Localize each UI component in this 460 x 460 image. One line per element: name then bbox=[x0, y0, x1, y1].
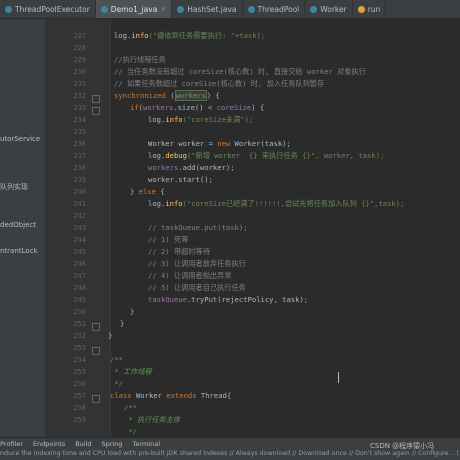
code-line: taskQueue.tryPut(rejectPolicy, task); bbox=[148, 295, 309, 304]
line-number: 228 bbox=[73, 44, 86, 52]
fold-marker-icon[interactable] bbox=[92, 347, 100, 355]
line-number: 249 bbox=[73, 296, 86, 304]
code-comment: // 当任务数没有超过 coreSize(核心数) 时, 直接交给 worker… bbox=[114, 67, 366, 76]
line-number: 239 bbox=[73, 176, 86, 184]
tab-demo1[interactable]: Demo1_java × bbox=[95, 0, 173, 18]
tool-build[interactable]: Build bbox=[75, 440, 91, 448]
class-icon bbox=[100, 5, 108, 13]
code-line: } else { bbox=[130, 187, 165, 196]
line-number: 258 bbox=[73, 404, 86, 412]
code-line: log.debug("新增 worker {} 来执行任务 {}", worke… bbox=[148, 151, 385, 160]
line-number: 245 bbox=[73, 248, 86, 256]
code-comment: // 3) 让调用者放弃任务执行 bbox=[148, 259, 246, 268]
line-number: 259 bbox=[73, 416, 86, 424]
fold-marker-icon[interactable] bbox=[92, 95, 100, 103]
line-number: 256 bbox=[73, 380, 86, 388]
line-number: 243 bbox=[73, 224, 86, 232]
tool-profiler[interactable]: Profiler bbox=[0, 440, 23, 448]
code-line: synchronized (workers) { bbox=[114, 90, 220, 101]
line-number: 232 bbox=[73, 92, 86, 100]
code-line: } bbox=[120, 319, 125, 328]
code-line: if(workers.size() < coreSize) { bbox=[130, 103, 265, 112]
code-comment: // 5) 让调用者自己执行任务 bbox=[148, 283, 246, 292]
editor-tab-bar: ThreadPoolExecutor Demo1_java × HashSet.j… bbox=[0, 0, 460, 19]
code-comment: // 2) 带超时等待 bbox=[148, 247, 210, 256]
tab-threadpool[interactable]: ThreadPool bbox=[243, 0, 306, 18]
line-number: 241 bbox=[73, 200, 86, 208]
watermark: CSDN @程序猿小冯 bbox=[370, 442, 435, 450]
tree-item[interactable]: utorService bbox=[0, 135, 40, 143]
line-number: 253 bbox=[73, 344, 86, 352]
code-comment: // 1) 死等 bbox=[148, 235, 189, 244]
class-icon bbox=[310, 5, 318, 13]
class-icon bbox=[177, 5, 185, 13]
line-number: 242 bbox=[73, 212, 86, 220]
line-number: 234 bbox=[73, 116, 86, 124]
code-comment: // 如果任务数超过 coreSize(核心数) 时, 加入任务队列暂存 bbox=[114, 79, 325, 88]
tab-hashset[interactable]: HashSet.java bbox=[172, 0, 243, 18]
code-line: } bbox=[130, 307, 135, 316]
line-number: 238 bbox=[73, 164, 86, 172]
class-icon bbox=[247, 5, 255, 13]
line-number: 250 bbox=[73, 308, 86, 316]
line-number: 251 bbox=[73, 320, 86, 328]
code-comment: // 4) 让调用者抛出异常 bbox=[148, 271, 232, 280]
line-number: 244 bbox=[73, 236, 86, 244]
fold-marker-icon[interactable] bbox=[92, 395, 100, 403]
tab-worker[interactable]: Worker bbox=[305, 0, 353, 18]
highlighted-symbol: workers bbox=[174, 90, 207, 101]
line-number: 237 bbox=[73, 152, 86, 160]
code-line: log.info("coreSize已经满了!!!!!!,尝试先将任务加入队列 … bbox=[148, 199, 405, 208]
code-comment: //执行线程任务 bbox=[114, 55, 166, 64]
tab-threadpoolexecutor[interactable]: ThreadPoolExecutor bbox=[0, 0, 96, 18]
tree-item[interactable]: 队列实现 bbox=[0, 182, 28, 192]
project-tree-panel: utorService 队列实现 dedObject ntrantLock bbox=[0, 19, 46, 437]
tree-item[interactable]: dedObject bbox=[0, 221, 36, 229]
code-line: worker.start(); bbox=[148, 175, 213, 184]
fold-marker-icon[interactable] bbox=[92, 107, 100, 115]
tree-item[interactable]: ntrantLock bbox=[0, 247, 38, 255]
class-icon bbox=[5, 5, 12, 13]
line-number: 227 bbox=[73, 32, 86, 40]
code-doc-comment: * 工作线程 bbox=[110, 367, 152, 376]
code-line: workers.add(worker); bbox=[148, 163, 235, 172]
status-message[interactable]: nduce the indexing time and CPU load wit… bbox=[0, 450, 460, 457]
code-doc-comment: /** bbox=[110, 355, 123, 364]
close-icon[interactable]: × bbox=[160, 5, 166, 13]
line-number: 231 bbox=[73, 80, 86, 88]
code-comment: // taskQueue.put(task); bbox=[148, 223, 248, 232]
line-number: 233 bbox=[73, 104, 86, 112]
tool-terminal[interactable]: Terminal bbox=[133, 440, 160, 448]
line-number: 240 bbox=[73, 188, 86, 196]
line-number: 252 bbox=[73, 332, 86, 340]
tool-window-bar: Profiler Endpoints Build Spring Terminal bbox=[0, 439, 170, 449]
line-number: 235 bbox=[73, 128, 86, 136]
code-line: log.info("coreSize未满"); bbox=[148, 115, 254, 124]
code-line: Worker worker = new Worker(task); bbox=[148, 139, 291, 148]
tool-spring[interactable]: Spring bbox=[102, 440, 123, 448]
line-number: 257 bbox=[73, 392, 86, 400]
tab-run[interactable]: run bbox=[353, 0, 387, 18]
code-doc-comment: * 执行任务主体 bbox=[124, 415, 181, 424]
text-cursor bbox=[338, 372, 339, 383]
line-number: 255 bbox=[73, 368, 86, 376]
method-icon bbox=[357, 5, 365, 13]
line-number: 247 bbox=[73, 272, 86, 280]
code-line: class Worker extends Thread{ bbox=[110, 391, 232, 400]
ide-window: ThreadPoolExecutor Demo1_java × HashSet.j… bbox=[0, 0, 460, 460]
code-doc-comment: */ bbox=[110, 379, 123, 388]
line-number: 236 bbox=[73, 140, 86, 148]
line-number: 246 bbox=[73, 260, 86, 268]
code-line: log.info("撤收到任务需要执行: "+task); bbox=[114, 31, 266, 40]
code-line: } bbox=[108, 331, 113, 340]
code-doc-comment: /** bbox=[124, 403, 137, 412]
tool-endpoints[interactable]: Endpoints bbox=[33, 440, 65, 448]
line-number: 230 bbox=[73, 68, 86, 76]
fold-marker-icon[interactable] bbox=[92, 323, 100, 331]
line-number: 229 bbox=[73, 56, 86, 64]
line-number: 248 bbox=[73, 284, 86, 292]
line-number: 254 bbox=[73, 356, 86, 364]
